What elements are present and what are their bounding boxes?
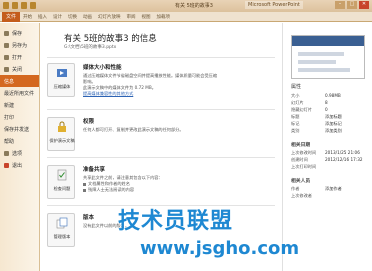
nav-item-info[interactable]: 信息 (0, 75, 39, 87)
date-row: 上次打印时间 (291, 164, 317, 169)
people-row[interactable]: 作者 添加作者 (291, 186, 371, 192)
property-row[interactable]: 标题 添加标题 (291, 114, 371, 120)
tab-file[interactable]: 文件 (2, 12, 20, 22)
backstage-nav: 保存 另存为 打开 关闭 信息 最近所用文件 新建 打印 保存并发送 帮助 选项… (0, 23, 40, 271)
check-issues-icon (57, 169, 67, 181)
people-heading: 相关人员 (291, 179, 311, 184)
bullet-icon (83, 182, 86, 186)
tab-review[interactable]: 审阅 (127, 14, 136, 20)
watermark-url: www.jsgho.com (140, 238, 300, 259)
compress-media-icon (57, 69, 67, 77)
divider (47, 109, 275, 110)
close-doc-icon (4, 66, 9, 72)
nav-item-open[interactable]: 打开 (0, 51, 39, 63)
save-icon (4, 30, 9, 36)
nav-item-options[interactable]: 选项 (0, 147, 39, 159)
tab-view[interactable]: 视图 (142, 14, 151, 20)
property-row: 大小 0.98MB (291, 93, 341, 98)
property-row[interactable]: 标记 添加标记 (291, 121, 371, 127)
app-name: Microsoft PowerPoint (245, 1, 303, 9)
tab-list: 开始 插入 设计 切换 动画 幻灯片放映 审阅 视图 加载项 (23, 14, 170, 20)
versions-icon (56, 217, 68, 229)
redo-icon[interactable] (30, 2, 36, 9)
tab-insert[interactable]: 插入 (38, 14, 47, 20)
tab-animations[interactable]: 动画 (83, 14, 92, 20)
section-heading: 权限 (83, 119, 95, 125)
bullet-icon (83, 188, 86, 192)
property-row: 幻灯片 8 (291, 100, 328, 105)
compress-media-button[interactable]: 压缩媒体 (47, 63, 75, 97)
tab-slideshow[interactable]: 幻灯片放映 (98, 14, 121, 20)
nav-item-new[interactable]: 新建 (0, 99, 39, 111)
property-row: 隐藏幻灯片 0 (291, 107, 328, 112)
nav-item-save-as[interactable]: 另存为 (0, 39, 39, 51)
tab-home[interactable]: 开始 (23, 14, 32, 20)
close-button[interactable]: ✕ (359, 1, 369, 9)
options-icon (4, 150, 9, 156)
people-row: 上次修改者 (291, 193, 312, 198)
dates-heading: 相关日期 (291, 143, 311, 148)
properties-heading[interactable]: 属性 (291, 83, 301, 90)
undo-icon[interactable] (21, 2, 27, 9)
manage-versions-button[interactable]: 管理版本 (47, 213, 75, 247)
nav-item-exit[interactable]: 退出 (0, 159, 39, 171)
check-for-issues-button[interactable]: 检查问题 (47, 165, 75, 199)
nav-item-save-send[interactable]: 保存并发送 (0, 123, 39, 135)
title-bar: 有关 5班的故事3 Microsoft PowerPoint – □ ✕ (0, 0, 372, 12)
date-row: 上次修改时间 2013/1/25 21:06 (291, 150, 360, 155)
nav-item-print[interactable]: 打印 (0, 111, 39, 123)
properties-pane: 属性 大小 0.98MB 幻灯片 8 隐藏幻灯片 0 标题 添加标题 标记 添加标记 类别… (282, 23, 372, 271)
tab-addins[interactable]: 加载项 (157, 14, 171, 20)
page-title: 有关 5班的故事3 的信息 (64, 34, 157, 44)
section-heading: 媒体大小和性能 (83, 65, 122, 71)
quick-access-toolbar (3, 2, 36, 9)
date-row: 创建时间 2012/12/16 17:32 (291, 157, 363, 162)
divider (47, 157, 275, 158)
slide-thumbnail (291, 35, 365, 79)
open-icon (4, 54, 9, 60)
protect-presentation-button[interactable]: 保护演示文稿 (47, 117, 75, 151)
file-path: G:\文档\5班的故事3.pptx (64, 45, 117, 50)
nav-item-save[interactable]: 保存 (0, 27, 39, 39)
tab-design[interactable]: 设计 (53, 14, 62, 20)
divider (47, 57, 275, 58)
lock-icon (58, 121, 66, 132)
section-heading: 准备共享 (83, 167, 106, 173)
watermark-brand: 技术员联盟 (118, 209, 234, 234)
minimize-button[interactable]: – (335, 1, 345, 9)
maximize-button[interactable]: □ (347, 1, 357, 9)
window-controls: – □ ✕ (335, 1, 369, 9)
app-icon[interactable] (3, 2, 9, 9)
tab-transitions[interactable]: 切换 (68, 14, 77, 20)
nav-item-close[interactable]: 关闭 (0, 63, 39, 75)
document-title: 有关 5班的故事3 (175, 3, 213, 9)
property-row[interactable]: 类别 添加类别 (291, 128, 371, 134)
nav-item-help[interactable]: 帮助 (0, 135, 39, 147)
save-as-icon (4, 42, 9, 48)
nav-item-recent[interactable]: 最近所用文件 (0, 87, 39, 99)
exit-icon (4, 162, 9, 168)
ribbon-tabs: 文件 开始 插入 设计 切换 动画 幻灯片放映 审阅 视图 加载项 (0, 12, 372, 22)
media-compat-link[interactable]: 提高媒体兼容性的其他方式 (83, 91, 133, 96)
save-icon[interactable] (12, 2, 18, 9)
